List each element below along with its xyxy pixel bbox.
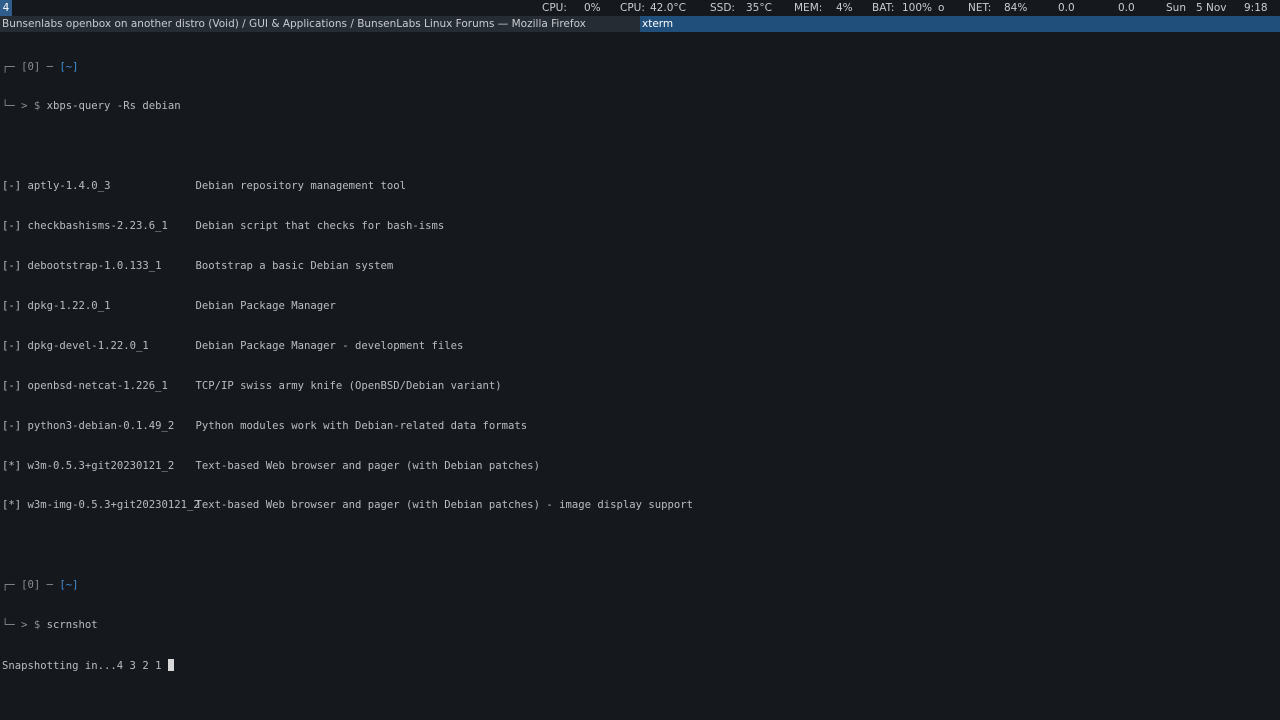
result-description: Debian repository management tool	[195, 180, 407, 193]
prompt-command-line: └─ > $ scrnshot	[2, 619, 1278, 632]
result-description: Text-based Web browser and pager (with D…	[195, 499, 694, 512]
result-status: [*]	[2, 459, 22, 472]
result-row: [-] dpkg-1.22.0_1 Debian Package Manager	[2, 300, 1278, 313]
result-description: Bootstrap a basic Debian system	[195, 260, 394, 273]
prompt-dir: [~]	[59, 60, 79, 73]
output-line: Snapshotting in...4 3 2 1	[2, 658, 1278, 672]
prompt-command-line: └─ > $ xbps-query -Rs debian	[2, 100, 1278, 113]
result-row: [*] w3m-img-0.5.3+git20230121_2Text-base…	[2, 499, 1278, 512]
result-package: checkbashisms-2.23.6_1	[27, 220, 168, 233]
result-status: [-]	[2, 339, 22, 352]
result-status: [-]	[2, 379, 22, 392]
task-xterm[interactable]: xterm	[640, 16, 1280, 32]
result-package: aptly-1.4.0_3	[27, 180, 111, 193]
prompt-top-line: ┌─ [0] ─ [~]	[2, 61, 1278, 74]
result-row: [-] checkbashisms-2.23.6_1 Debian script …	[2, 220, 1278, 233]
result-package: dpkg-devel-1.22.0_1	[27, 339, 149, 352]
result-description: Python modules work with Debian-related …	[195, 419, 528, 432]
result-status: [-]	[2, 419, 22, 432]
result-status: [-]	[2, 220, 22, 233]
result-package: w3m-img-0.5.3+git20230121_2	[27, 499, 200, 512]
result-row: [-] dpkg-devel-1.22.0_1 Debian Package Ma…	[2, 340, 1278, 353]
result-description: TCP/IP swiss army knife (OpenBSD/Debian …	[195, 379, 502, 392]
result-package: python3-debian-0.1.49_2	[27, 419, 175, 432]
taskbar: Bunsenlabs openbox on another distro (Vo…	[0, 16, 1280, 32]
result-row: [-] aptly-1.4.0_3 Debian repository manag…	[2, 180, 1278, 193]
ssd-temp-label: SSD:	[710, 2, 735, 14]
mem-value: 4%	[836, 2, 853, 14]
prompt-box-top: ┌─ [0] ─	[2, 579, 60, 592]
result-row: [-] openbsd-netcat-1.226_1 TCP/IP swiss a…	[2, 380, 1278, 393]
cpu-temp-value: 42.0°C	[650, 2, 686, 14]
clock-date: 5 Nov	[1196, 2, 1227, 14]
net-up-rate: 0.0	[1118, 2, 1135, 14]
prompt-box-bottom: └─ > $	[2, 619, 47, 632]
result-description: Debian script that checks for bash-isms	[195, 220, 445, 233]
clock-time: 9:18	[1244, 2, 1268, 14]
result-row: [*] w3m-0.5.3+git20230121_2 Text-based We…	[2, 460, 1278, 473]
command-text: xbps-query -Rs debian	[46, 100, 181, 113]
result-package: w3m-0.5.3+git20230121_2	[27, 459, 175, 472]
terminal-window[interactable]: ┌─ [0] ─ [~] └─ > $ xbps-query -Rs debia…	[2, 34, 1278, 718]
cpu-usage-value: 0%	[584, 2, 601, 14]
prompt-box-top: ┌─ [0] ─	[2, 60, 60, 73]
result-row: [-] debootstrap-1.0.133_1 Bootstrap a bas…	[2, 260, 1278, 273]
result-status: [-]	[2, 299, 22, 312]
battery-value: 100%	[902, 2, 933, 14]
task-firefox[interactable]: Bunsenlabs openbox on another distro (Vo…	[2, 16, 638, 32]
cpu-temp-label: CPU:	[620, 2, 645, 14]
command-text: scrnshot	[46, 619, 98, 632]
prompt-top-line: ┌─ [0] ─ [~]	[2, 579, 1278, 592]
result-status: [-]	[2, 260, 22, 273]
mem-label: MEM:	[794, 2, 823, 14]
prompt-dir: [~]	[59, 579, 79, 592]
text-cursor	[167, 658, 174, 671]
cpu-usage-label: CPU:	[542, 2, 567, 14]
result-package: openbsd-netcat-1.226_1	[27, 379, 168, 392]
output-text: Snapshotting in...4 3 2 1	[2, 659, 168, 672]
result-package: debootstrap-1.0.133_1	[27, 260, 162, 273]
query-results: [-] aptly-1.4.0_3 Debian repository manag…	[2, 154, 1278, 540]
result-description: Text-based Web browser and pager (with D…	[195, 459, 540, 472]
workspace-indicator[interactable]: 4	[0, 0, 12, 16]
battery-label: BAT:	[872, 2, 895, 14]
result-status: [-]	[2, 180, 22, 193]
net-down-rate: 0.0	[1058, 2, 1075, 14]
top-panel: 4 CPU: 0% CPU: 42.0°C SSD: 35°C MEM: 4% …	[0, 0, 1280, 16]
result-package: dpkg-1.22.0_1	[27, 299, 111, 312]
net-label: NET:	[968, 2, 992, 14]
net-value: 84%	[1004, 2, 1028, 14]
result-description: Debian Package Manager - development fil…	[195, 339, 464, 352]
result-row: [-] python3-debian-0.1.49_2 Python module…	[2, 420, 1278, 433]
clock-day: Sun	[1166, 2, 1186, 14]
battery-state: o	[938, 2, 945, 14]
ssd-temp-value: 35°C	[746, 2, 772, 14]
result-description: Debian Package Manager	[195, 299, 336, 312]
result-status: [*]	[2, 499, 22, 512]
prompt-box-bottom: └─ > $	[2, 100, 47, 113]
